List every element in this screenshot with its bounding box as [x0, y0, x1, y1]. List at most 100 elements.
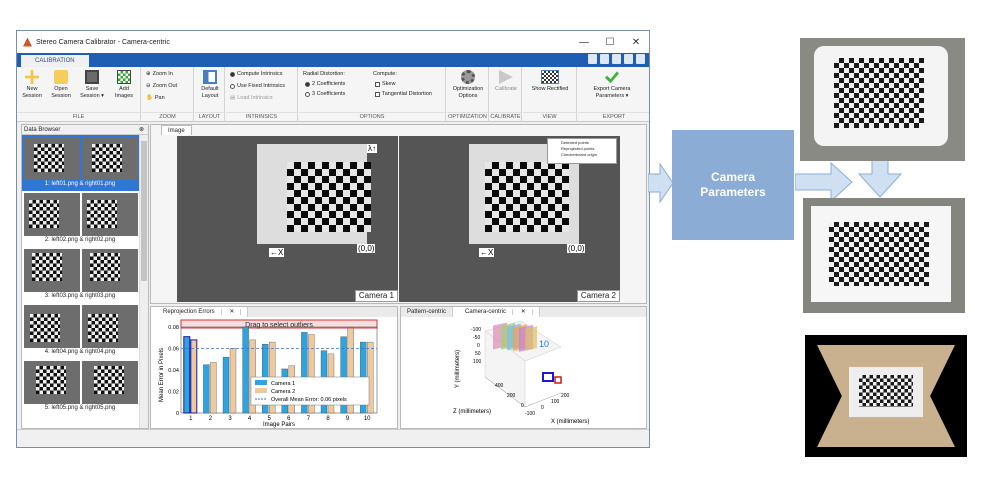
tab-calibration[interactable]: CALIBRATION	[21, 55, 89, 67]
minimize-button[interactable]: —	[571, 37, 597, 48]
load-intrinsics-button[interactable]: ▤ Load Intrinsics	[230, 95, 273, 101]
hand-icon: ✋	[146, 95, 153, 101]
status-bar	[17, 429, 649, 447]
ribbon-tab-row: CALIBRATION	[17, 53, 649, 67]
export-camera-parameters-button[interactable]: Export Camera Parameters ▾	[582, 70, 642, 99]
thumbnail-left	[24, 305, 80, 348]
bar-1-3[interactable]	[222, 356, 230, 414]
origin-label: (0,0)	[357, 244, 376, 253]
reprojection-bar-chart[interactable]: Drag to select outliers Mean Error in Pi…	[151, 317, 397, 428]
three-coefficients-radio[interactable]: 3 Coefficients	[305, 91, 345, 97]
list-item[interactable]: 1: left01.png & right01.png	[22, 135, 148, 191]
close-panel-icon[interactable]: ⊗	[139, 125, 144, 135]
quick-access-icon[interactable]	[600, 54, 609, 64]
y-tick-label: 0	[176, 411, 179, 417]
bar-2-1[interactable]	[190, 339, 198, 414]
y-tick-label: 0.02	[168, 390, 179, 396]
close-tab-icon[interactable]: ✕	[514, 309, 533, 315]
tangential-distortion-checkbox[interactable]: Tangential Distortion	[375, 91, 432, 97]
drag-select-text: Drag to select outliers	[245, 322, 313, 329]
maximize-button[interactable]: ☐	[597, 37, 623, 48]
x-tick-label: 9	[346, 416, 350, 422]
group-export: Export Camera Parameters ▾ EXPORT	[578, 67, 649, 122]
help-icon[interactable]	[636, 54, 645, 64]
radial-distortion-title: Radial Distortion:	[303, 71, 345, 77]
checkmark-icon	[605, 71, 619, 84]
camera1-image[interactable]: λ↑ ←X (0,0) Camera 1	[177, 136, 398, 302]
new-session-button[interactable]: New Session	[19, 70, 45, 99]
x-tick-label: 8	[326, 416, 330, 422]
calibrate-button[interactable]: Calibrate	[493, 70, 519, 93]
svg-text:100: 100	[551, 399, 560, 405]
zoom-in-button[interactable]: ⊕ Zoom In	[146, 71, 173, 77]
group-calibrate: Calibrate CALIBRATE	[490, 67, 522, 122]
bar-2-2[interactable]	[210, 362, 217, 414]
optimization-options-button[interactable]: Optimization Options	[451, 70, 485, 99]
thumbnail-right	[82, 193, 138, 236]
extrinsics-3d-plot[interactable]: Y (millimeters) -100 -50 0 50 100 10 400…	[401, 317, 646, 428]
y-axis-title: Mean Error in Pixels	[159, 348, 165, 402]
svg-text:200: 200	[561, 393, 570, 399]
camera2-label: Camera 2	[576, 290, 620, 302]
x-axis-title: Image Pairs	[263, 422, 295, 428]
svg-text:-100: -100	[525, 411, 535, 417]
x-tick-label: 3	[228, 416, 232, 422]
folder-icon	[54, 70, 68, 84]
origin-label: (0,0)	[567, 244, 586, 253]
open-session-button[interactable]: Open Session	[48, 70, 74, 99]
tab-image[interactable]: Image	[161, 125, 192, 135]
ribbon: New Session Open Session Save Session ▾ …	[17, 67, 649, 122]
pan-button[interactable]: ✋ Pan	[146, 95, 165, 101]
save-icon	[85, 70, 99, 84]
data-browser-scrollbar[interactable]	[139, 135, 148, 428]
thumbnail-right	[82, 249, 138, 292]
skew-checkbox[interactable]: Skew	[375, 81, 395, 87]
x-tick-label: 1	[189, 416, 193, 422]
tab-pattern-centric[interactable]: Pattern-centric	[401, 307, 454, 317]
close-tab-icon[interactable]: ✕	[223, 309, 242, 315]
svg-text:0: 0	[477, 343, 480, 349]
group-options: Radial Distortion: 2 Coefficients 3 Coef…	[299, 67, 446, 122]
plus-icon	[25, 70, 39, 84]
add-images-button[interactable]: Add Images	[111, 70, 137, 99]
list-item[interactable]: 2: left02.png & right02.png	[22, 191, 148, 247]
checkerboard	[834, 58, 924, 128]
group-zoom: ⊕ Zoom In ⊖ Zoom Out ✋ Pan ZOOM	[142, 67, 194, 122]
show-rectified-button[interactable]: Show Rectified	[527, 70, 573, 93]
quick-access-icon[interactable]	[612, 54, 621, 64]
svg-text:-50: -50	[473, 335, 480, 341]
load-icon: ▤	[230, 95, 236, 101]
bar-1-2[interactable]	[203, 364, 210, 414]
close-button[interactable]: ✕	[623, 37, 649, 48]
list-item[interactable]: 5: left05.png & right05.png	[22, 359, 148, 415]
tab-reprojection-errors[interactable]: Reprojection Errors ✕	[151, 307, 249, 317]
default-layout-button[interactable]: Default Layout	[197, 70, 223, 99]
save-session-button[interactable]: Save Session ▾	[79, 70, 105, 99]
y-tick-label: 0.06	[168, 347, 179, 353]
calibrator-window: Stereo Camera Calibrator - Camera-centri…	[16, 30, 650, 448]
zoom-in-icon: ⊕	[146, 71, 151, 77]
camera2-image[interactable]: λ↑ ←X (0,0) Detected points Reprojected …	[399, 136, 620, 302]
quick-access-icon[interactable]	[588, 54, 597, 64]
fixed-intrinsics-radio[interactable]: Use Fixed Intrinsics	[230, 83, 285, 89]
bar-1-4[interactable]	[242, 326, 249, 414]
group-optimization: Optimization Options OPTIMIZATION	[447, 67, 489, 122]
tab-camera-centric[interactable]: Camera-centric ✕	[453, 307, 540, 317]
window-title: Stereo Camera Calibrator - Camera-centri…	[36, 38, 170, 46]
x-tick-label: 10	[364, 416, 371, 422]
quick-access-icon[interactable]	[624, 54, 633, 64]
play-icon	[499, 70, 513, 84]
z-axis-title: Z (millimeters)	[453, 409, 491, 415]
undistorted-image	[803, 198, 965, 313]
thumbnail-left	[24, 193, 80, 236]
list-item[interactable]: 4: left04.png & right04.png	[22, 303, 148, 359]
zoom-out-button[interactable]: ⊖ Zoom Out	[146, 83, 177, 89]
x-axis-label: ←X	[479, 248, 495, 257]
compute-intrinsics-radio[interactable]: Compute Intrinsics	[230, 71, 283, 77]
data-browser-header: Data Browser ⊗	[22, 125, 148, 135]
two-coefficients-radio[interactable]: 2 Coefficients	[305, 81, 345, 87]
list-item[interactable]: 3: left03.png & right03.png	[22, 247, 148, 303]
group-layout: Default Layout LAYOUT	[195, 67, 225, 122]
bar-2-3[interactable]	[229, 348, 237, 414]
thumbnail-right	[82, 305, 138, 348]
